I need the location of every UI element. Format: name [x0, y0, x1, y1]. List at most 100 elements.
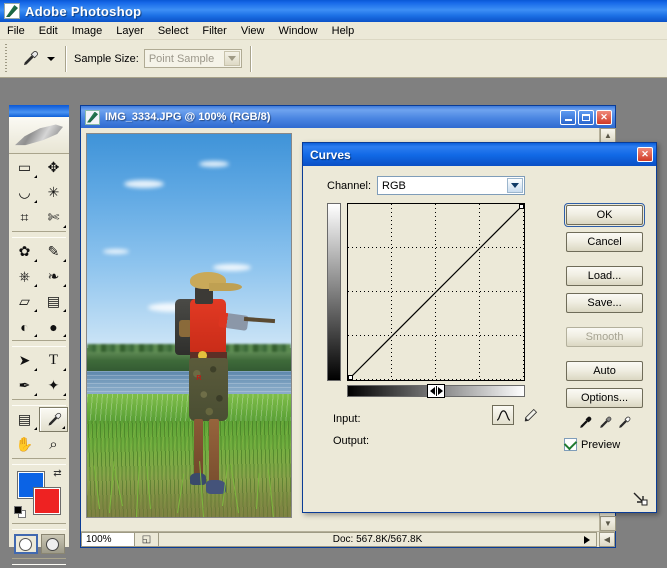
tool-clone-stamp[interactable]: ⎈: [10, 264, 39, 289]
tool-type[interactable]: T: [39, 348, 68, 373]
options-separator-right: [249, 45, 251, 72]
options-bar-grip[interactable]: [2, 43, 11, 74]
curve-grid[interactable]: [347, 203, 525, 381]
document-size-icon[interactable]: ◱: [135, 532, 159, 547]
curve-point-black[interactable]: [348, 375, 353, 380]
tool-zoom[interactable]: ⌕: [39, 432, 68, 457]
ok-button[interactable]: OK: [564, 203, 646, 227]
curve-tool-button[interactable]: [492, 405, 515, 425]
application-title: Adobe Photoshop: [25, 3, 142, 19]
menu-window[interactable]: Window: [272, 24, 325, 38]
default-colors-icon[interactable]: [14, 506, 26, 518]
scroll-up-arrow[interactable]: ▲: [600, 128, 616, 143]
input-output-block: Input: Output:: [333, 405, 551, 456]
document-info-text: Doc: 567.8K/567.8K: [332, 534, 423, 545]
tool-gradient[interactable]: ▤: [39, 289, 68, 314]
channel-select[interactable]: RGB: [377, 176, 526, 195]
curves-dialog: Curves ✕ Channel: RGB Input: Output: OK …: [302, 142, 657, 513]
menu-filter[interactable]: Filter: [195, 24, 233, 38]
tool-blur[interactable]: ◐: [10, 314, 39, 339]
tool-crop[interactable]: ⌗: [10, 205, 39, 230]
sample-size-select[interactable]: Point Sample: [143, 49, 242, 68]
tool-magic-wand[interactable]: ✳: [39, 180, 68, 205]
status-menu-arrow-icon[interactable]: [584, 536, 590, 544]
document-feather-icon: [85, 109, 100, 125]
tool-move[interactable]: ✥: [39, 155, 68, 180]
curves-button-column: OK Cancel Load... Save... Smooth Auto Op…: [561, 203, 648, 456]
options-button[interactable]: Options...: [566, 388, 644, 408]
zoom-level-field[interactable]: 100%: [81, 532, 135, 547]
tool-eyedropper[interactable]: [39, 407, 68, 432]
status-left-arrow[interactable]: ◀: [599, 532, 615, 547]
document-window-buttons: ✕: [560, 109, 612, 125]
cap-brim: [209, 282, 243, 292]
menu-select[interactable]: Select: [151, 24, 196, 38]
menu-edit[interactable]: Edit: [32, 24, 65, 38]
preview-row: Preview: [563, 436, 645, 451]
menu-image[interactable]: Image: [65, 24, 110, 38]
chevron-down-icon[interactable]: [223, 51, 240, 66]
scroll-down-arrow[interactable]: ▼: [600, 516, 616, 531]
curves-dialog-title: Curves: [310, 147, 351, 162]
left-sandal: [189, 472, 207, 486]
resize-grip-icon[interactable]: [632, 491, 648, 506]
input-gradient-row: [347, 384, 525, 398]
tool-slice[interactable]: ✄: [39, 205, 68, 230]
curves-dialog-body: Channel: RGB Input: Output: OK Cancel Lo…: [303, 166, 656, 512]
toolbox-divider-1: [12, 231, 66, 237]
eyedropper-row: [577, 415, 631, 434]
set-white-point-eyedropper-icon[interactable]: [616, 415, 632, 431]
tool-path-selection[interactable]: ➤: [10, 348, 39, 373]
tool-brush[interactable]: ✎: [39, 239, 68, 264]
close-button[interactable]: ✕: [596, 109, 612, 125]
menu-file[interactable]: File: [0, 24, 32, 38]
tool-history-brush[interactable]: ❧: [39, 264, 68, 289]
auto-button[interactable]: Auto: [566, 361, 644, 381]
minimize-button[interactable]: [560, 109, 576, 125]
quick-mask-mode-button[interactable]: [40, 534, 65, 554]
tool-custom-shape[interactable]: ✦: [39, 373, 68, 398]
curve-icon: [496, 409, 510, 421]
curve-point-white[interactable]: [519, 204, 524, 209]
menu-view[interactable]: View: [234, 24, 272, 38]
tool-healing-brush[interactable]: ✿: [10, 239, 39, 264]
pencil-tool-button[interactable]: [519, 405, 541, 425]
menu-layer[interactable]: Layer: [109, 24, 151, 38]
gradient-direction-slider[interactable]: [427, 384, 445, 398]
tool-lasso[interactable]: ◡: [10, 180, 39, 205]
swap-colors-icon[interactable]: ⇄: [52, 468, 63, 479]
save-button[interactable]: Save...: [566, 293, 644, 313]
sample-size-label: Sample Size:: [74, 52, 139, 65]
background-color-swatch[interactable]: [33, 487, 61, 515]
standard-mode-button[interactable]: [13, 534, 38, 554]
image-canvas[interactable]: R: [86, 133, 292, 518]
preview-label: Preview: [581, 438, 621, 451]
document-titlebar[interactable]: IMG_3334.JPG @ 100% (RGB/8) ✕: [81, 106, 615, 128]
set-black-point-eyedropper-icon[interactable]: [577, 415, 593, 431]
set-gray-point-eyedropper-icon[interactable]: [597, 415, 613, 431]
curves-titlebar[interactable]: Curves ✕: [303, 143, 656, 166]
photoshop-application-window: Adobe Photoshop File Edit Image Layer Se…: [0, 0, 667, 568]
graph-row: [327, 203, 551, 381]
curves-close-button[interactable]: ✕: [637, 147, 653, 162]
toolbox-divider-2: [12, 340, 66, 346]
tool-dodge[interactable]: ●: [39, 314, 68, 339]
curve-mode-buttons: [492, 405, 541, 425]
tool-eraser[interactable]: ▱: [10, 289, 39, 314]
tool-pen[interactable]: ✒: [10, 373, 39, 398]
tool-notes[interactable]: ▤: [10, 407, 39, 432]
preview-checkbox[interactable]: [563, 436, 578, 451]
maximize-button[interactable]: [578, 109, 594, 125]
extended-arm: [218, 311, 250, 331]
tool-hand[interactable]: ✋: [10, 432, 39, 457]
options-separator: [65, 45, 66, 72]
toolbox-titlebar[interactable]: [9, 105, 69, 117]
eyedropper-icon[interactable]: [15, 45, 45, 73]
menu-help[interactable]: Help: [325, 24, 362, 38]
tool-marquee[interactable]: ▭: [10, 155, 39, 180]
chevron-down-icon[interactable]: [507, 178, 524, 193]
load-button[interactable]: Load...: [566, 266, 644, 286]
tool-options-bar: Sample Size: Point Sample: [0, 40, 667, 78]
tool-preset-chevron-icon[interactable]: [45, 45, 57, 73]
cancel-button[interactable]: Cancel: [566, 232, 644, 252]
